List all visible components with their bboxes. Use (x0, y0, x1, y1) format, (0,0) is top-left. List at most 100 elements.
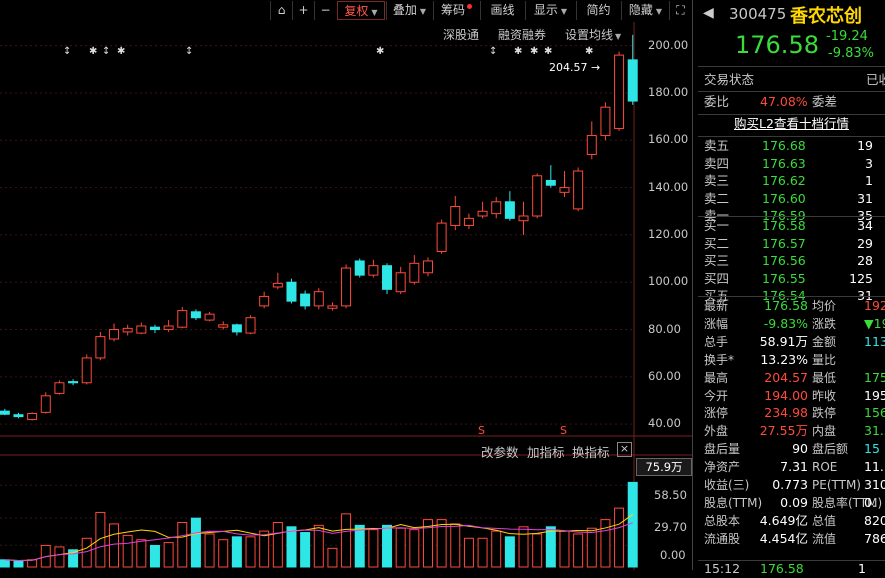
stat-row: 涨停 234.98 跌停 156 (698, 404, 885, 422)
candle-body (313, 291, 324, 307)
stat-label: PE(TTM) (812, 478, 861, 492)
trade-status-row: 交易状态 已收 (704, 72, 885, 87)
ask-row[interactable]: 卖四 176.63 3 (698, 155, 885, 173)
toolbar-hide-button[interactable]: 隐藏 ▼ (621, 1, 669, 20)
candle-body (559, 187, 570, 193)
event-marker-icon: S (478, 424, 485, 437)
toolbar-display-button[interactable]: 显示 ▼ (525, 1, 575, 20)
candle-body (286, 281, 297, 302)
stat-value: 234.98 (764, 405, 808, 421)
volume-bar (122, 534, 133, 568)
volume-axis-top: 75.9万 (636, 458, 692, 476)
stat-label: 收益(三) (704, 478, 750, 492)
zoom-out-icon[interactable]: − (314, 1, 336, 20)
toolbar-fuquan-button[interactable]: 复权 ▼ (337, 1, 385, 20)
volume-bar (300, 532, 311, 568)
volume-bar (463, 537, 474, 568)
candle-body (532, 175, 543, 217)
level-price: 176.58 (762, 218, 806, 233)
volume-bar (395, 527, 406, 568)
stat-row: 总股本 4.649亿总值 820. (698, 512, 885, 530)
bid-row[interactable]: 买三 176.56 28 (698, 252, 885, 270)
price-axis-label: 140.00 (648, 179, 689, 194)
price-axis-label: 160.00 (648, 132, 689, 147)
stat-row: 涨幅 -9.83% 涨跌 ▼19 (698, 315, 885, 333)
zoom-in-icon[interactable]: + (292, 1, 314, 20)
toolbar-chips-button[interactable]: 筹码 (433, 1, 479, 20)
fullscreen-icon[interactable]: ⛶ (669, 1, 691, 20)
volume-bar (259, 530, 270, 568)
candle-body (573, 170, 584, 210)
level-label: 卖四 (704, 155, 730, 171)
stat-value: 310 (864, 477, 885, 492)
volume-bar (149, 544, 160, 568)
kline-chart[interactable]: ↕ ✱ ↕ ✱ ↕ ✱ ↕ ✱ ✱ ✱ ✱ S S (0, 22, 692, 570)
bid-row[interactable]: 买二 176.57 29 (698, 235, 885, 253)
candle-body (0, 410, 10, 415)
volume-bar (0, 559, 10, 568)
stat-value: 27.55万 (759, 423, 808, 439)
price-axis-label: 60.00 (648, 368, 681, 383)
stat-label: 均价 (812, 299, 837, 313)
tick-row: 15:12 176.58 1 (704, 561, 866, 576)
stat-row: 换手* 13.23% 量比 (698, 351, 885, 369)
ask-row[interactable]: 卖五 176.68 19 (698, 137, 885, 155)
stat-label: 量比 (812, 352, 837, 367)
stat-value: 0.773 (772, 477, 808, 492)
price-axis-label: 200.00 (648, 37, 689, 52)
candle-body (422, 260, 433, 274)
volume-bar (27, 559, 38, 568)
stat-value: 13.23% (760, 351, 808, 367)
volume-bar (286, 526, 297, 568)
indicator-params-button[interactable]: 改参数 (481, 442, 519, 461)
bid-row[interactable]: 买一 176.58 34 (698, 217, 885, 235)
stat-label: 外盘 (704, 424, 729, 439)
stat-row: 最新 176.58 均价 192 (698, 297, 885, 315)
candle-body (600, 106, 611, 137)
volume-bar (382, 524, 393, 568)
level-price: 176.68 (762, 138, 806, 153)
volume-bar (231, 536, 242, 568)
stat-label: 最低 (812, 370, 837, 385)
close-icon[interactable]: × (617, 442, 632, 457)
bid-row[interactable]: 买四 176.55 125 (698, 270, 885, 288)
event-marker-icon: ✱ (89, 46, 97, 57)
candle-body (450, 206, 461, 226)
stat-row: 盘后量 90 盘后额 15 (698, 440, 885, 458)
level-volume: 19 (857, 138, 873, 153)
candle-body (149, 326, 160, 331)
add-indicator-button[interactable]: 加指标 (527, 442, 565, 461)
notification-dot-icon (467, 4, 472, 9)
event-marker-icon: ↕ (185, 46, 193, 57)
toolbar-simple-button[interactable]: 简约 (576, 1, 620, 20)
chevron-down-icon: ▼ (560, 7, 568, 16)
stat-value: 194.00 (764, 387, 808, 403)
level-label: 卖三 (704, 173, 730, 189)
buy-l2-link[interactable]: 购买L2查看十档行情 (698, 115, 885, 133)
lock-icon[interactable]: ⌂ (270, 1, 292, 20)
stat-value: 31.3 (864, 423, 885, 439)
toolbar-overlay-button[interactable]: 叠加 ▼ (386, 1, 432, 20)
volume-bar (409, 529, 420, 568)
volume-bar (532, 533, 543, 568)
stat-value: -9.83% (763, 315, 808, 331)
candle-body (395, 272, 406, 293)
event-marker-icon: ↕ (489, 46, 497, 57)
price-axis-label: 120.00 (648, 226, 689, 241)
price-axis-label: 180.00 (648, 84, 689, 99)
stat-value: 156 (864, 405, 885, 421)
stat-row: 股息(TTM) 0.09 股息率(TTM) 0. (698, 494, 885, 512)
ask-row[interactable]: 卖三 176.62 1 (698, 172, 885, 190)
volume-bar (327, 547, 338, 568)
toolbar-draw-button[interactable]: 画线 (480, 1, 524, 20)
level-volume: 31 (857, 190, 873, 206)
volume-bar (504, 536, 515, 568)
switch-indicator-button[interactable]: 换指标 (572, 442, 610, 461)
ask-row[interactable]: 卖二 176.60 31 (698, 190, 885, 208)
stat-value: 175 (864, 369, 885, 385)
candle-body (272, 282, 283, 288)
candle-body (40, 395, 51, 413)
panel-collapse-icon[interactable]: ◀ (703, 5, 714, 21)
stat-label: ROE (812, 460, 838, 475)
candle-body (491, 201, 502, 215)
